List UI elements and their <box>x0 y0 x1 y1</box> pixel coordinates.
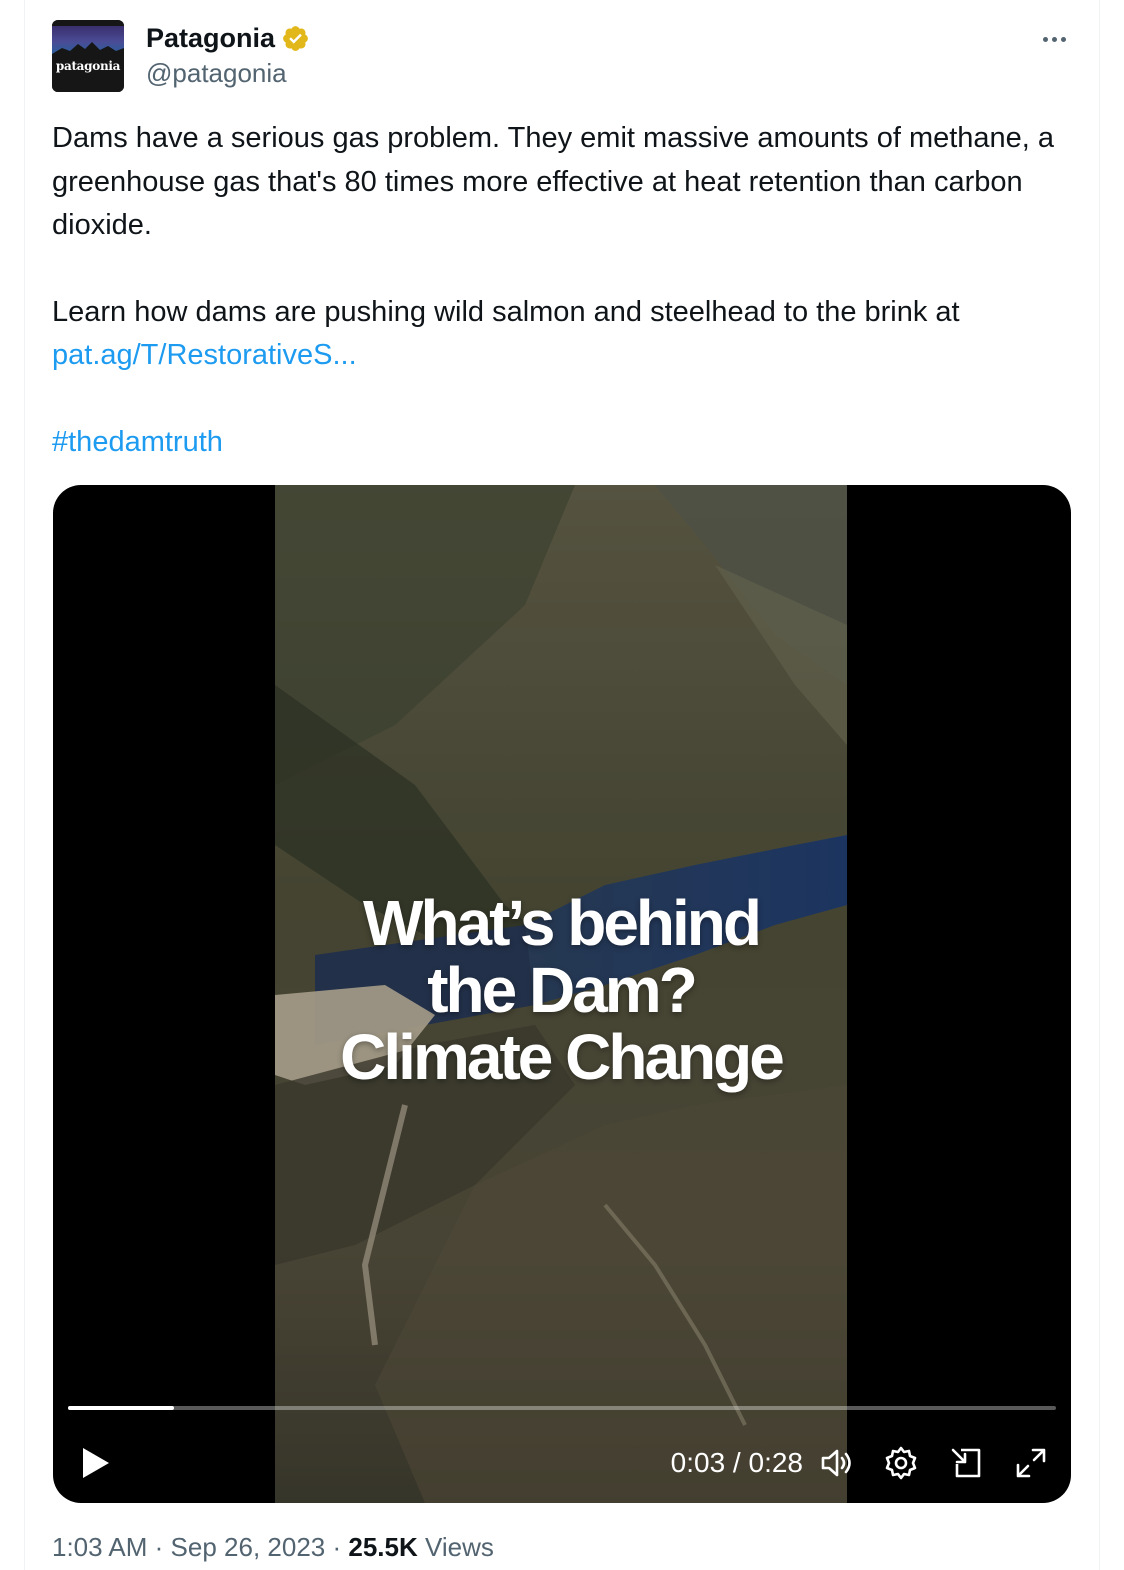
overlay-line-2: the Dam? <box>427 954 698 1026</box>
video-progress-bar[interactable] <box>68 1406 1056 1410</box>
separator: · <box>154 1532 164 1562</box>
dock-video-icon[interactable] <box>947 1444 985 1482</box>
overlay-line-1: What’s behind <box>363 887 762 959</box>
display-name[interactable]: Patagonia <box>146 23 275 54</box>
volume-icon[interactable] <box>817 1444 855 1482</box>
verified-badge-icon[interactable] <box>281 24 310 53</box>
author-name-row: Patagonia <box>146 20 310 56</box>
video-frame[interactable]: What’s behind the Dam? Climate Change <box>275 485 847 1503</box>
avatar-logo-text: patagonia <box>55 59 121 73</box>
more-options-icon[interactable] <box>1034 26 1074 52</box>
video-progress-fill <box>68 1406 174 1410</box>
fullscreen-icon[interactable] <box>1012 1444 1050 1482</box>
tweet-text: Dams have a serious gas problem. They em… <box>52 117 1062 464</box>
play-icon[interactable] <box>75 1443 115 1483</box>
views-label: Views <box>425 1532 494 1562</box>
tweet-time[interactable]: 1:03 AM <box>52 1532 147 1562</box>
author-handle[interactable]: @patagonia <box>146 58 287 89</box>
separator: · <box>332 1532 342 1562</box>
video-player[interactable]: What’s behind the Dam? Climate Change 0:… <box>53 485 1071 1503</box>
tweet-link[interactable]: pat.ag/T/RestorativeS... <box>52 339 357 371</box>
gear-icon[interactable] <box>882 1444 920 1482</box>
tweet-paragraph-1: Dams have a serious gas problem. They em… <box>52 122 1055 241</box>
overlay-line-3: Climate Change <box>340 1021 785 1093</box>
tweet-footer: 1:03 AM · Sep 26, 2023 · 25.5K Views <box>52 1532 494 1563</box>
avatar[interactable]: patagonia <box>52 20 124 92</box>
video-time: 0:03 / 0:28 <box>670 1447 803 1478</box>
video-controls: 0:03 / 0:28 <box>53 1435 1071 1491</box>
video-overlay-title: What’s behind the Dam? Climate Change <box>275 890 847 1091</box>
hashtag-link[interactable]: #thedamtruth <box>52 426 223 458</box>
tweet-paragraph-2: Learn how dams are pushing wild salmon a… <box>52 295 960 328</box>
views-count: 25.5K <box>348 1532 418 1562</box>
patagonia-logo <box>52 20 124 92</box>
tweet-date[interactable]: Sep 26, 2023 <box>171 1532 326 1562</box>
